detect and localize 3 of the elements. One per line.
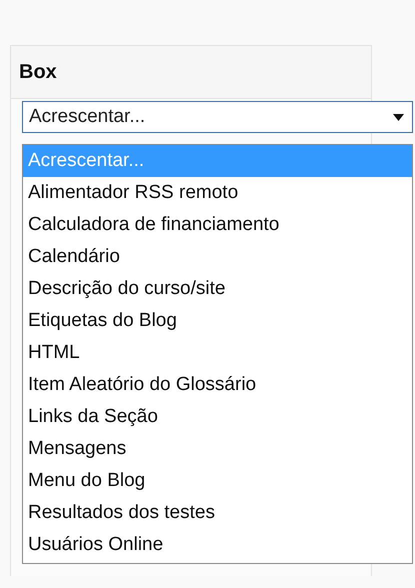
caret-icon <box>393 114 404 120</box>
panel-title: Box <box>19 60 57 84</box>
add-block-select[interactable]: Acrescentar... <box>22 101 413 133</box>
